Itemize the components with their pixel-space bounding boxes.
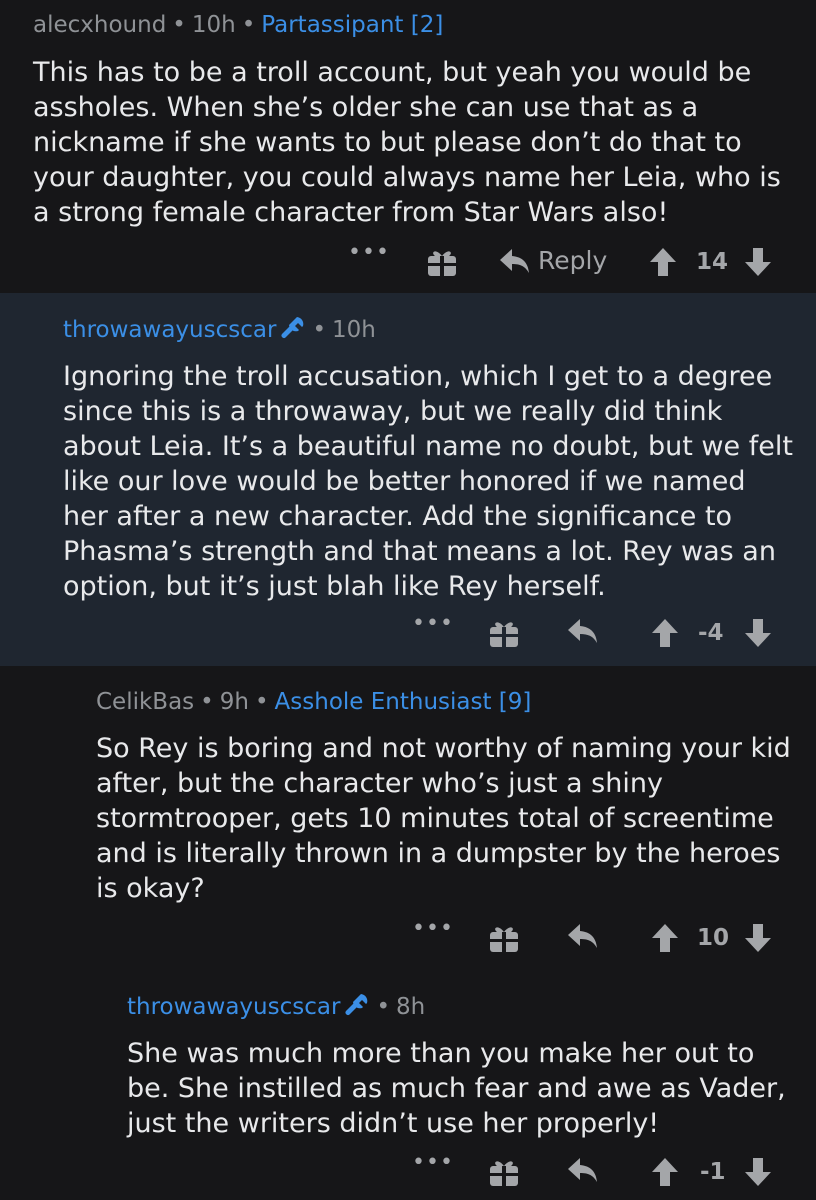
comment-author-op[interactable]: throwawayuscscar — [63, 317, 276, 343]
comment-time: 9h — [219, 689, 249, 715]
upvote-arrow-icon[interactable] — [652, 924, 678, 952]
gift-icon[interactable] — [426, 248, 458, 278]
comment-time: 10h — [332, 317, 376, 343]
separator: • — [172, 12, 186, 38]
more-options-icon[interactable]: ••• — [412, 916, 454, 941]
downvote-arrow-icon[interactable] — [745, 619, 771, 647]
upvote-arrow-icon[interactable] — [650, 248, 676, 276]
comment: throwawayuscscar • 8h She was much more th… — [0, 966, 816, 1200]
separator: • — [312, 317, 327, 343]
comment-meta: CelikBas • 9h • Asshole Enthusiast [9] — [96, 688, 531, 716]
reply-arrow-icon — [568, 1158, 597, 1182]
reply-button[interactable] — [568, 922, 598, 950]
user-flair: Partassipant [2] — [261, 12, 444, 38]
gift-icon[interactable] — [488, 619, 520, 649]
comment-actions: ••• -4 — [0, 611, 816, 653]
comment-author[interactable]: CelikBas — [96, 689, 194, 715]
comment-body: So Rey is boring and not worthy of namin… — [96, 733, 791, 904]
reply-button[interactable] — [568, 1156, 598, 1184]
reply-arrow-icon — [568, 924, 597, 948]
vote-score: 10 — [697, 925, 730, 951]
comment-body: She was much more than you make her out … — [127, 1038, 786, 1139]
more-options-icon[interactable]: ••• — [412, 611, 454, 636]
comment-author-op[interactable]: throwawayuscscar — [127, 994, 340, 1020]
reply-arrow-icon — [500, 248, 529, 273]
vote-score: -1 — [700, 1159, 726, 1185]
downvote-arrow-icon[interactable] — [745, 924, 771, 952]
wrench-icon — [344, 992, 370, 1023]
more-options-icon[interactable]: ••• — [412, 1150, 454, 1175]
comment-author[interactable]: alecxhound — [33, 12, 166, 38]
comment-body: This has to be a troll account, but yeah… — [33, 57, 781, 228]
comment-meta: alecxhound • 10h • Partassipant [2] — [33, 11, 443, 39]
comment: alecxhound • 10h • Partassipant [2] This has… — [0, 0, 816, 293]
separator: • — [200, 689, 214, 715]
upvote-arrow-icon[interactable] — [652, 619, 678, 647]
more-options-icon[interactable]: ••• — [348, 240, 390, 265]
vote-score: -4 — [698, 620, 724, 646]
comment-highlighted: throwawayuscscar • 10h Ignoring the troll … — [0, 293, 816, 666]
vote-score: 14 — [696, 249, 729, 275]
comment-time: 10h — [191, 12, 236, 38]
comment-time: 8h — [396, 994, 426, 1020]
downvote-arrow-icon[interactable] — [745, 1158, 771, 1186]
gift-icon[interactable] — [488, 1158, 520, 1188]
comment-actions: ••• Reply 14 — [0, 240, 816, 282]
separator: • — [241, 12, 256, 38]
gift-icon[interactable] — [488, 924, 520, 954]
comment-thread: alecxhound • 10h • Partassipant [2] This has… — [0, 0, 816, 1200]
user-flair: Asshole Enthusiast [9] — [274, 689, 532, 715]
reply-label: Reply — [538, 246, 608, 275]
downvote-arrow-icon[interactable] — [745, 248, 771, 276]
comment-body: Ignoring the troll accusation, which I g… — [63, 361, 793, 602]
comment-actions: ••• -1 — [0, 1150, 816, 1192]
comment: CelikBas • 9h • Asshole Enthusiast [9] So Re… — [0, 666, 816, 966]
separator: • — [376, 994, 391, 1020]
upvote-arrow-icon[interactable] — [652, 1158, 678, 1186]
comment-actions: ••• 10 — [0, 916, 816, 958]
reply-arrow-icon — [568, 619, 597, 643]
comment-meta: throwawayuscscar • 10h — [63, 315, 376, 346]
separator: • — [254, 689, 269, 715]
comment-meta: throwawayuscscar • 8h — [127, 992, 425, 1023]
reply-button[interactable] — [568, 617, 598, 645]
wrench-icon — [280, 315, 306, 346]
reply-button[interactable]: Reply — [500, 246, 607, 275]
